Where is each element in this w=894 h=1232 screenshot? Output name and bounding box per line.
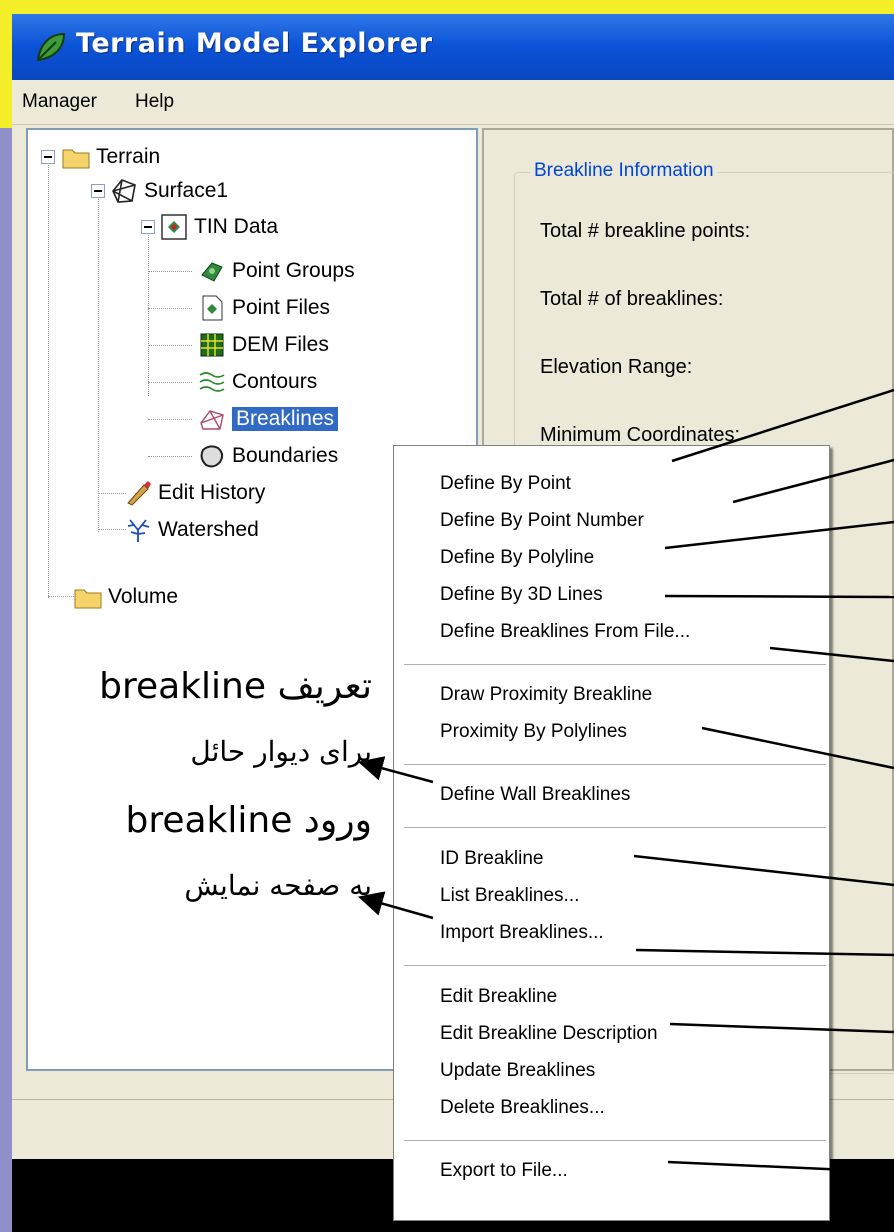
menu-update-breaklines[interactable]: Update Breaklines <box>440 1060 595 1082</box>
folder-icon <box>74 589 102 609</box>
tree-connector <box>48 596 76 597</box>
leaf-app-icon <box>36 32 66 62</box>
tree-node-edit-history[interactable]: Edit History <box>124 476 265 510</box>
collapse-surface-toggle[interactable] <box>91 184 105 198</box>
surface-icon <box>112 179 136 203</box>
title-bar[interactable]: Terrain Model Explorer <box>12 14 894 80</box>
info-label-total-breaklines: Total # of breaklines: <box>540 288 724 310</box>
tree-connector <box>148 419 192 420</box>
tree-node-label: Point Files <box>232 296 331 319</box>
tree-node-dem-files[interactable]: DEM Files <box>198 328 329 362</box>
tree-node-label: DEM Files <box>232 333 329 356</box>
tree-node-contours[interactable]: Contours <box>198 365 317 399</box>
menu-define-by-point[interactable]: Define By Point <box>440 473 571 495</box>
menu-define-by-polyline[interactable]: Define By Polyline <box>440 547 594 569</box>
tree-node-label: Terrain <box>96 145 161 168</box>
tree-node-breaklines[interactable]: Breaklines <box>198 402 339 436</box>
tree-connector <box>98 192 99 532</box>
menu-separator <box>404 827 826 829</box>
tree-node-volume[interactable]: Volume <box>74 580 178 614</box>
menu-edit-breakline-description[interactable]: Edit Breakline Description <box>440 1023 658 1045</box>
menu-list-breaklines[interactable]: List Breaklines... <box>440 885 579 907</box>
menu-define-wall-breaklines[interactable]: Define Wall Breaklines <box>440 784 630 806</box>
menu-export-to-file[interactable]: Export to File... <box>440 1160 568 1182</box>
breaklines-icon <box>200 410 224 430</box>
info-label-elevation-range: Elevation Range: <box>540 356 693 378</box>
edit-history-icon <box>127 481 151 506</box>
dem-files-icon <box>200 333 224 357</box>
menu-bar: Manager Help <box>12 80 894 125</box>
menu-proximity-by-polylines[interactable]: Proximity By Polylines <box>440 721 627 743</box>
tree-node-terrain[interactable]: Terrain <box>62 140 160 174</box>
menu-define-breaklines-from-file[interactable]: Define Breaklines From File... <box>440 621 690 643</box>
window-title: Terrain Model Explorer <box>76 28 433 59</box>
watershed-icon <box>127 519 150 542</box>
tree-node-label: TIN Data <box>194 215 279 238</box>
info-label-total-points: Total # breakline points: <box>540 220 751 242</box>
tree-node-label: Watershed <box>158 518 259 541</box>
tree-node-label: Surface1 <box>144 179 229 202</box>
group-title: Breakline Information <box>530 160 718 182</box>
tree-connector <box>98 493 126 494</box>
tree-connector <box>148 308 192 309</box>
menu-edit-breakline[interactable]: Edit Breakline <box>440 986 557 1008</box>
menu-separator <box>404 764 826 766</box>
tree-node-label: Point Groups <box>232 259 355 282</box>
boundaries-icon <box>200 445 224 468</box>
tree-node-label: Volume <box>108 585 179 608</box>
menu-define-by-3d-lines[interactable]: Define By 3D Lines <box>440 584 603 606</box>
menu-define-by-point-number[interactable]: Define By Point Number <box>440 510 644 532</box>
menu-delete-breaklines[interactable]: Delete Breaklines... <box>440 1097 605 1119</box>
tree-node-label: Edit History <box>158 481 266 504</box>
tree-node-watershed[interactable]: Watershed <box>124 513 259 547</box>
folder-icon <box>62 149 90 169</box>
breaklines-context-menu: Define By Point Define By Point Number D… <box>393 445 830 1221</box>
menu-separator <box>404 965 826 967</box>
menu-import-breaklines[interactable]: Import Breaklines... <box>440 922 604 944</box>
tree-connector <box>148 271 192 272</box>
tree-connector <box>48 158 49 598</box>
tree-node-point-groups[interactable]: Point Groups <box>198 254 355 288</box>
tree-node-label: Breaklines <box>232 407 339 431</box>
menu-id-breakline[interactable]: ID Breakline <box>440 848 544 870</box>
menu-separator <box>404 1140 826 1142</box>
annotation-wall-line2: برای دیوار حائل <box>190 735 372 768</box>
tree-node-label: Boundaries <box>232 444 339 467</box>
annotation-import-line1: ورود breakline <box>125 800 372 841</box>
tree-node-boundaries[interactable]: Boundaries <box>198 439 338 473</box>
contours-icon <box>199 372 225 392</box>
tree-connector <box>148 226 149 396</box>
tin-data-icon <box>161 214 187 240</box>
tree-connector <box>148 456 192 457</box>
tree-connector <box>148 345 192 346</box>
tree-connector <box>98 529 126 530</box>
menu-manager[interactable]: Manager <box>22 91 97 113</box>
tree-connector <box>148 382 192 383</box>
point-groups-icon <box>201 262 223 282</box>
tree-node-tin-data[interactable]: TIN Data <box>160 210 278 244</box>
annotation-import-line2: به صفحه نمایش <box>184 869 372 902</box>
menu-separator <box>404 664 826 666</box>
point-files-icon <box>202 295 223 321</box>
tree-node-surface1[interactable]: Surface1 <box>110 174 228 208</box>
annotation-wall-line1: تعریف breakline <box>99 666 372 707</box>
menu-draw-proximity-breakline[interactable]: Draw Proximity Breakline <box>440 684 652 706</box>
tree-node-label: Contours <box>232 370 318 393</box>
info-label-minimum-coordinates: Minimum Coordinates: <box>540 424 741 446</box>
slide-side-band <box>0 128 12 1232</box>
collapse-terrain-toggle[interactable] <box>41 150 55 164</box>
collapse-tin-data-toggle[interactable] <box>141 220 155 234</box>
menu-help[interactable]: Help <box>135 91 174 113</box>
tree-node-point-files[interactable]: Point Files <box>198 291 330 325</box>
